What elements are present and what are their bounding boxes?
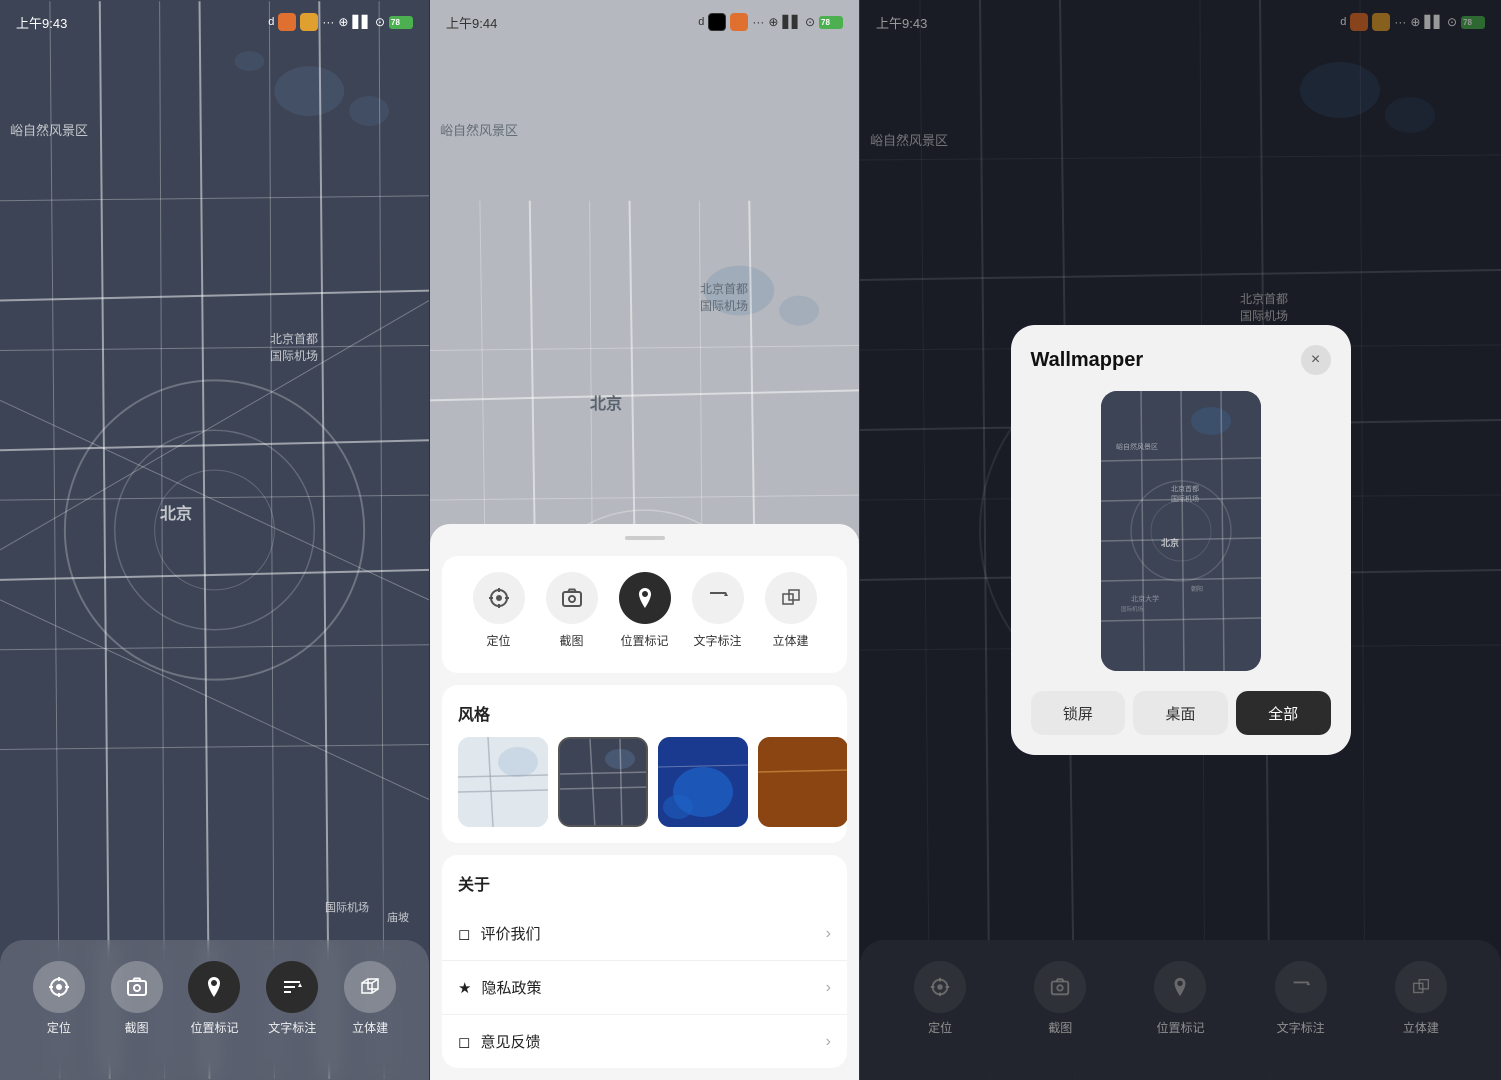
sheet-item-text[interactable]: 文字标注	[684, 556, 752, 657]
map-background-1: 峪自然风景区 北京首都国际机场 北京 庙坡 国际机场	[0, 0, 429, 1080]
svg-text:北京: 北京	[1161, 537, 1179, 548]
wallmapper-overlay: Wallmapper × 峪自然风景区	[860, 0, 1501, 1080]
notif-yellow-1	[300, 13, 318, 31]
sheet-locate-icon	[473, 572, 525, 624]
sheet-marker-label: 位置标记	[620, 632, 668, 649]
wallmapper-dialog: Wallmapper × 峪自然风景区	[1011, 325, 1351, 755]
app-icon-1: d	[268, 16, 274, 28]
chevron-privacy: ›	[826, 979, 831, 997]
svg-text:国际机场: 国际机场	[1121, 605, 1144, 613]
locate-label-1: 定位	[47, 1019, 71, 1036]
signal-bars-1: ▋▋	[352, 15, 370, 29]
battery-1: 78	[389, 16, 413, 29]
rate-icon: ◻	[458, 925, 470, 943]
about-section-title: 关于	[442, 855, 847, 907]
3d-label-1: 立体建	[352, 1019, 388, 1036]
text-icon-1	[266, 961, 318, 1013]
wallpaper-preview: 峪自然风景区 北京首都 国际机场 北京 朝阳 北京大学 国际机场	[1101, 391, 1261, 671]
signal-bars-2: ▋▋	[782, 15, 800, 29]
marker-label-1: 位置标记	[190, 1019, 238, 1036]
sheet-marker-icon	[619, 572, 671, 624]
style-thumb-dark[interactable]	[558, 737, 648, 827]
bluetooth-1: ⊕	[338, 15, 348, 29]
privacy-label: 隐私政策	[481, 977, 541, 998]
style-thumb-blue[interactable]	[658, 737, 748, 827]
close-button[interactable]: ×	[1301, 345, 1331, 375]
style-thumb-brown[interactable]	[758, 737, 847, 827]
feedback-icon: ◻	[458, 1033, 470, 1051]
notif-tiktok-2	[708, 13, 726, 31]
sheet-handle	[625, 536, 665, 540]
sheet-screenshot-icon	[546, 572, 598, 624]
about-row-feedback[interactable]: ◻ 意见反馈 ›	[442, 1015, 847, 1068]
sheet-screenshot-label: 截图	[559, 632, 583, 649]
svg-text:朝阳: 朝阳	[1191, 585, 1203, 593]
style-section-title: 风格	[442, 685, 847, 737]
sheet-3d-label: 立体建	[772, 632, 808, 649]
status-bar-2: 上午9:44 d ··· ⊕ ▋▋ ⊙ 78	[430, 0, 859, 44]
rate-label: 评价我们	[480, 923, 540, 944]
svg-text:国际机场: 国际机场	[1171, 494, 1199, 503]
battery-2: 78	[819, 16, 843, 29]
all-button[interactable]: 全部	[1236, 691, 1331, 735]
privacy-icon: ★	[458, 979, 471, 997]
marker-icon-1	[188, 961, 240, 1013]
chevron-feedback: ›	[826, 1033, 831, 1051]
time-display-1: 上午9:43	[16, 13, 67, 32]
toolbar-item-3d-1[interactable]: 立体建	[344, 961, 396, 1036]
svg-text:峪自然风景区: 峪自然风景区	[1116, 442, 1158, 451]
screen-1: 峪自然风景区 北京首都国际机场 北京 庙坡 国际机场 上午9:43 d ··· …	[0, 0, 430, 1080]
about-section: 关于 ◻ 评价我们 › ★ 隐私政策 › ◻ 意见反馈	[442, 855, 847, 1068]
about-row-privacy[interactable]: ★ 隐私政策 ›	[442, 961, 847, 1015]
bottom-sheet: 定位 截图 位置标记 文字标注	[430, 524, 859, 1080]
svg-text:北京首都: 北京首都	[1171, 484, 1199, 493]
toolbar-item-screenshot-1[interactable]: 截图	[111, 961, 163, 1036]
dots-1: ···	[322, 15, 334, 29]
sheet-item-3d[interactable]: 立体建	[757, 556, 825, 657]
sheet-item-marker[interactable]: 位置标记	[611, 556, 679, 657]
screenshot-label-1: 截图	[125, 1019, 149, 1036]
locate-icon-1	[33, 961, 85, 1013]
desktop-button[interactable]: 桌面	[1133, 691, 1228, 735]
screen-3: 峪自然风景区 北京首都国际机场 北京 上午9:43 d ··· ⊕ ▋▋ ⊙ 7…	[860, 0, 1501, 1080]
sheet-text-label: 文字标注	[693, 632, 741, 649]
dialog-buttons: 锁屏 桌面 全部	[1031, 691, 1331, 735]
sheet-locate-label: 定位	[486, 632, 510, 649]
text-label-1: 文字标注	[268, 1019, 316, 1036]
toolbar-item-marker-1[interactable]: 位置标记	[188, 961, 240, 1036]
time-display-2: 上午9:44	[446, 13, 497, 32]
app-icon-2: d	[698, 16, 704, 28]
notif-orange-2	[730, 13, 748, 31]
toolbar-item-text-1[interactable]: 文字标注	[266, 961, 318, 1036]
chevron-rate: ›	[826, 925, 831, 943]
bluetooth-2: ⊕	[768, 15, 778, 29]
about-rate-content: ◻ 评价我们	[458, 923, 540, 944]
sheet-text-icon	[692, 572, 744, 624]
wifi-icon-2: ⊙	[805, 15, 815, 29]
wifi-icon-1: ⊙	[375, 15, 385, 29]
sheet-toolbar: 定位 截图 位置标记 文字标注	[442, 556, 847, 673]
sheet-item-locate[interactable]: 定位	[465, 556, 533, 657]
style-row	[442, 737, 847, 843]
toolbar-item-locate-1[interactable]: 定位	[33, 961, 85, 1036]
svg-text:北京大学: 北京大学	[1131, 594, 1159, 603]
dialog-header: Wallmapper ×	[1031, 345, 1331, 375]
status-bar-1: 上午9:43 d ··· ⊕ ▋▋ ⊙ 78	[0, 0, 429, 44]
screen-2: 峪自然风景区 北京首都国际机场 北京 上午9:44 d ··· ⊕ ▋▋ ⊙ 7…	[430, 0, 860, 1080]
style-section: 风格	[442, 685, 847, 843]
sheet-item-screenshot[interactable]: 截图	[538, 556, 606, 657]
lock-screen-button[interactable]: 锁屏	[1031, 691, 1126, 735]
about-row-rate[interactable]: ◻ 评价我们 ›	[442, 907, 847, 961]
sheet-3d-icon	[765, 572, 817, 624]
screenshot-icon-1	[111, 961, 163, 1013]
about-privacy-content: ★ 隐私政策	[458, 977, 541, 998]
dots-2: ···	[752, 15, 764, 29]
feedback-label: 意见反馈	[480, 1031, 540, 1052]
about-feedback-content: ◻ 意见反馈	[458, 1031, 540, 1052]
style-thumb-light[interactable]	[458, 737, 548, 827]
dialog-title: Wallmapper	[1031, 349, 1144, 372]
3d-icon-1	[344, 961, 396, 1013]
bottom-toolbar-1: 定位 截图 位置标记 文字标注 立体建	[0, 940, 429, 1080]
notif-orange-1	[278, 13, 296, 31]
